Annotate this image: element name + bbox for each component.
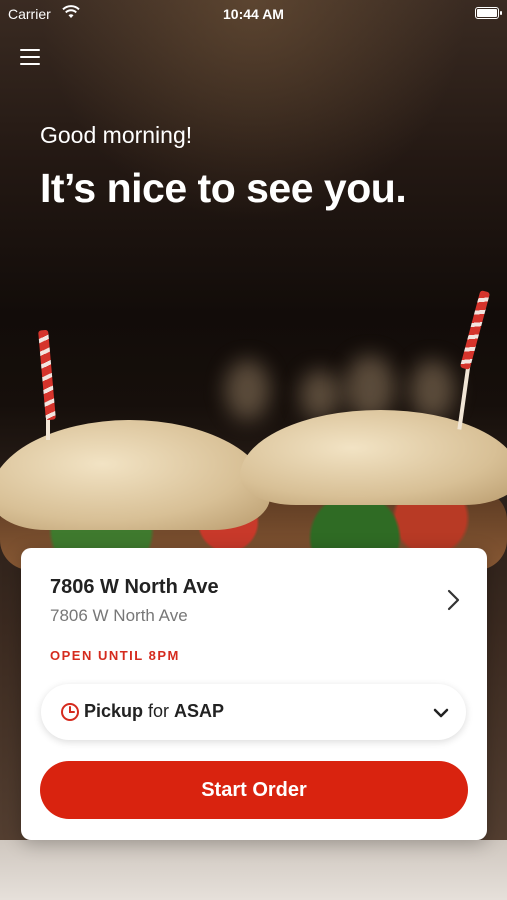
background-light <box>225 360 270 420</box>
location-card: 7806 W North Ave 7806 W North Ave OPEN U… <box>21 548 487 840</box>
background-light <box>410 360 455 420</box>
pickup-time: ASAP <box>174 701 225 721</box>
headline-text: It’s nice to see you. <box>40 165 407 211</box>
pickup-method: Pickup <box>84 701 144 721</box>
location-address: 7806 W North Ave <box>50 606 188 625</box>
status-bar: Carrier 10:44 AM <box>0 0 507 28</box>
menu-icon[interactable] <box>20 48 42 66</box>
bottom-tablecloth <box>0 840 507 900</box>
menu-line <box>20 49 40 51</box>
menu-line <box>20 56 40 58</box>
location-name[interactable]: 7806 W North Ave <box>50 576 219 599</box>
start-order-button[interactable]: Start Order <box>40 761 468 819</box>
background-light <box>300 370 340 420</box>
pickup-time-selector[interactable]: Pickup for ASAP <box>41 684 466 740</box>
pickup-connector: for <box>148 701 170 721</box>
chevron-down-icon[interactable] <box>432 704 450 722</box>
clock-icon <box>60 702 80 722</box>
menu-line <box>20 63 40 65</box>
battery-icon <box>475 7 502 19</box>
chevron-right-icon[interactable] <box>441 588 465 612</box>
store-hours: OPEN UNTIL 8PM <box>50 648 180 663</box>
pickup-summary: Pickup for ASAP <box>84 701 224 722</box>
clock-time: 10:44 AM <box>223 6 284 22</box>
greeting-text: Good morning! <box>40 122 193 148</box>
